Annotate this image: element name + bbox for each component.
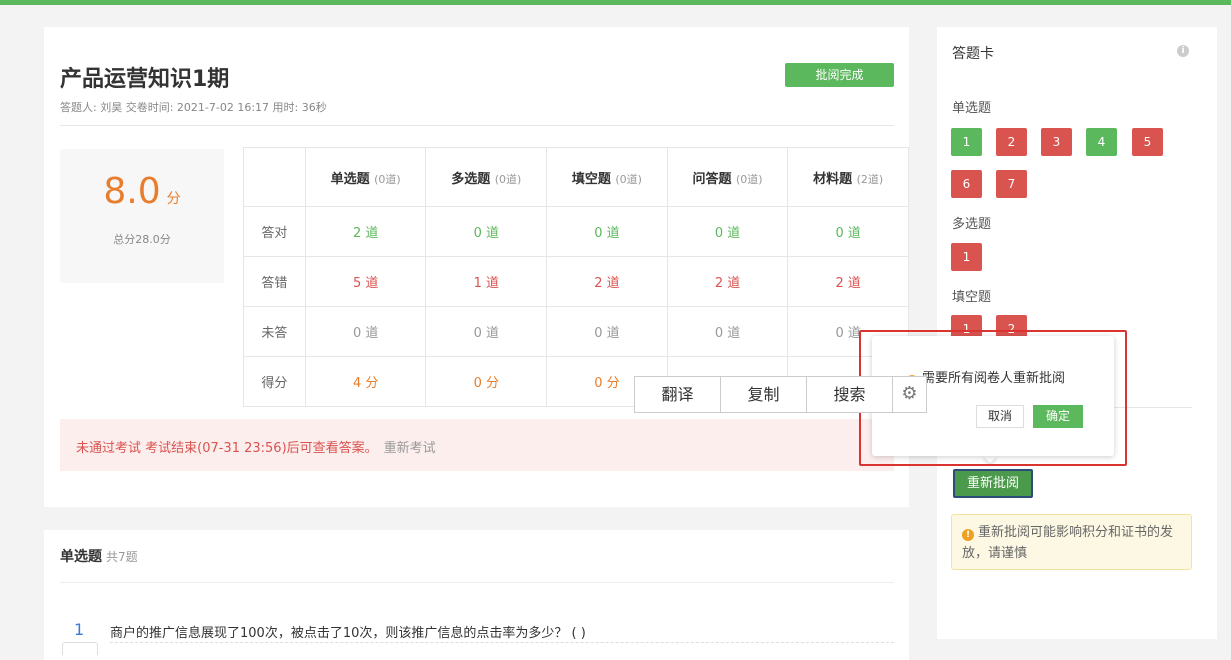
stat-cell: 0 道 (666, 306, 789, 357)
info-icon[interactable]: i (1177, 45, 1189, 57)
stat-cell: 0 道 (425, 306, 548, 357)
score-number: 8.0 (103, 171, 161, 212)
question-divider (110, 642, 894, 643)
section-count: 共7题 (106, 550, 138, 564)
warning-icon: ! (962, 529, 974, 541)
stats-header-row: 单选题 (0道) 多选题 (0道) 填空题 (0道) 问答题 (0道) 材料题 … (243, 147, 909, 207)
menu-item-translate[interactable]: 翻译 (635, 377, 721, 412)
question-number: 1 (74, 620, 85, 639)
notice-message: 未通过考试 考试结束(07-31 23:56)后可查看答案。 (76, 441, 378, 456)
stat-cell: 0 道 (304, 306, 427, 357)
stat-cell: 2 道 (546, 256, 668, 307)
stat-cell: 2 道 (666, 256, 789, 307)
context-menu: 翻译 复制 搜索 ⚙ (634, 376, 927, 413)
menu-item-copy[interactable]: 复制 (721, 377, 807, 412)
stat-cell: 0 道 (546, 206, 668, 257)
stats-col-header: 问答题 (0道) (666, 147, 789, 207)
stat-cell: 2 道 (304, 206, 427, 257)
score-total: 总分28.0分 (113, 233, 171, 246)
gear-icon[interactable]: ⚙ (893, 377, 926, 412)
stats-corner-cell (243, 147, 306, 207)
exam-result-card: 产品运营知识1期 答题人: 刘昊 交卷时间: 2021-7-02 16:17 用… (44, 27, 909, 507)
stat-cell: 0 分 (425, 356, 548, 407)
status-badge: 批阅完成 (785, 63, 894, 87)
stat-cell: 0 道 (666, 206, 789, 257)
table-row: 答错 5 道 1 道 2 道 2 道 2 道 (243, 256, 909, 307)
row-label: 答错 (243, 256, 306, 307)
notice-text: 未通过考试 考试结束(07-31 23:56)后可查看答案。 重新考试 (76, 437, 436, 456)
question-section-title: 单选题 共7题 (60, 546, 138, 566)
section-label-fill: 填空题 (952, 290, 992, 305)
answer-card-title: 答题卡 (952, 46, 994, 62)
stats-table: 单选题 (0道) 多选题 (0道) 填空题 (0道) 问答题 (0道) 材料题 … (243, 147, 909, 407)
table-row: 答对 2 道 0 道 0 道 0 道 0 道 (243, 206, 909, 257)
stat-cell: 0 道 (787, 206, 909, 257)
answer-card-item[interactable]: 1 (951, 128, 982, 156)
fail-notice: 未通过考试 考试结束(07-31 23:56)后可查看答案。 重新考试 (60, 419, 894, 471)
answer-card-item[interactable]: 3 (1041, 128, 1072, 156)
row-label: 答对 (243, 206, 306, 257)
row-label: 未答 (243, 306, 306, 357)
retake-link[interactable]: 重新考试 (384, 441, 436, 456)
stats-col-header: 填空题 (0道) (546, 147, 668, 207)
section-divider (60, 582, 894, 583)
score-value: 8.0 分 (60, 171, 224, 212)
row-label: 得分 (243, 356, 306, 407)
stat-cell: 4 分 (304, 356, 427, 407)
table-row: 未答 0 道 0 道 0 道 0 道 0 道 (243, 306, 909, 357)
stat-cell: 0 道 (425, 206, 548, 257)
stat-cell: 5 道 (304, 256, 427, 307)
top-accent-bar (0, 0, 1231, 5)
warning-text: 重新批阅可能影响积分和证书的发放，请谨慎 (962, 525, 1174, 561)
header-divider (60, 125, 894, 126)
answer-card-item[interactable]: 7 (996, 170, 1027, 198)
stats-col-header: 材料题 (2道) (787, 147, 909, 207)
stats-col-header: 单选题 (0道) (304, 147, 427, 207)
stat-cell: 2 道 (787, 256, 909, 307)
regrade-button[interactable]: 重新批阅 (953, 469, 1033, 498)
answer-card-item[interactable]: 2 (996, 128, 1027, 156)
answer-card-item[interactable]: 4 (1086, 128, 1117, 156)
section-label-single: 单选题 (952, 101, 992, 116)
stat-cell: 1 道 (425, 256, 548, 307)
stats-col-header: 多选题 (0道) (425, 147, 548, 207)
page-title: 产品运营知识1期 (60, 67, 230, 92)
exam-meta: 答题人: 刘昊 交卷时间: 2021-7-02 16:17 用时: 36秒 (60, 101, 327, 114)
question-card: 单选题 共7题 1 商户的推广信息展现了100次，被点击了10次，则该推广信息的点… (44, 530, 909, 660)
stat-cell: 0 道 (546, 306, 668, 357)
score-unit: 分 (166, 191, 181, 207)
regrade-warning: ! 重新批阅可能影响积分和证书的发放，请谨慎 (951, 514, 1192, 570)
answer-card-item[interactable]: 6 (951, 170, 982, 198)
score-box: 8.0 分 总分28.0分 (60, 149, 224, 283)
section-label-multi: 多选题 (952, 217, 992, 232)
answer-card-item[interactable]: 1 (951, 243, 982, 271)
section-name: 单选题 (60, 549, 102, 565)
question-text: 商户的推广信息展现了100次，被点击了10次，则该推广信息的点击率为多少？ ( … (110, 626, 586, 641)
menu-item-search[interactable]: 搜索 (807, 377, 893, 412)
answer-card-item[interactable]: 5 (1132, 128, 1163, 156)
